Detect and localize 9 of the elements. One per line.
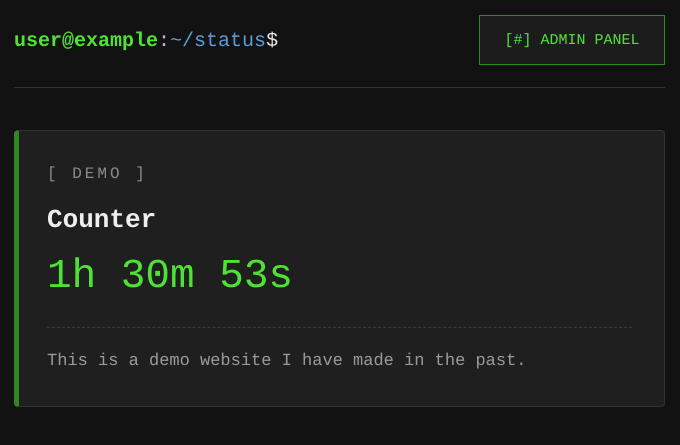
card-title: Counter [47, 205, 158, 235]
prompt-separator: : [158, 30, 170, 52]
counter-value: 1h 30m 53s [47, 255, 294, 300]
card-description: This is a demo website I have made in the past. [47, 352, 528, 372]
prompt-user: user@example [14, 30, 158, 52]
prompt-path: ~/status [170, 30, 266, 52]
card-tag: [ DEMO ] [47, 165, 632, 183]
prompt-symbol: $ [266, 30, 278, 52]
admin-panel-button[interactable]: [#] ADMIN PANEL [479, 15, 665, 65]
